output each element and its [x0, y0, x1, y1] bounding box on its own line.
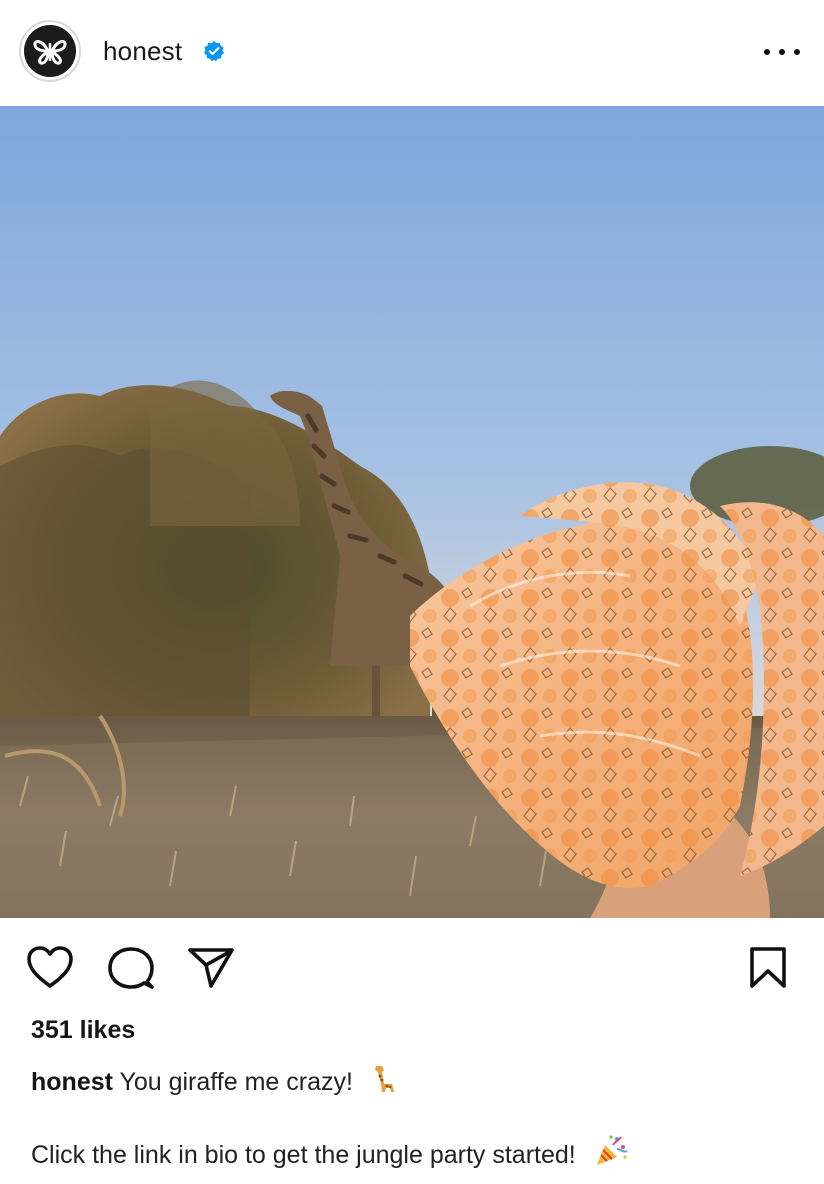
verified-badge-icon [203, 40, 225, 62]
caption-line-2: Click the link in bio to get the jungle … [31, 1133, 811, 1177]
caption-text-2: Click the link in bio to get the jungle … [31, 1141, 576, 1169]
post-header: honest [0, 0, 824, 106]
caption-text: You giraffe me crazy! [119, 1068, 353, 1096]
likes-count[interactable]: 351 likes [31, 1016, 135, 1045]
more-options-icon[interactable] [764, 40, 800, 64]
post-image[interactable] [0, 106, 824, 918]
username-link[interactable]: honest [103, 36, 182, 67]
avatar[interactable] [19, 20, 81, 82]
paper-plane-icon[interactable] [187, 946, 235, 990]
caption-username[interactable]: honest [31, 1068, 113, 1096]
caption: honest You giraffe me crazy! [31, 1062, 811, 1104]
comment-icon[interactable] [107, 946, 155, 992]
heart-icon[interactable] [26, 946, 74, 990]
bookmark-icon[interactable] [748, 946, 788, 990]
party-popper-emoji-icon [593, 1133, 629, 1177]
instagram-post: honest 351 likes honest You giraffe me c… [0, 0, 824, 1184]
giraffe-emoji-icon [370, 1062, 404, 1104]
butterfly-logo-icon [24, 25, 76, 77]
